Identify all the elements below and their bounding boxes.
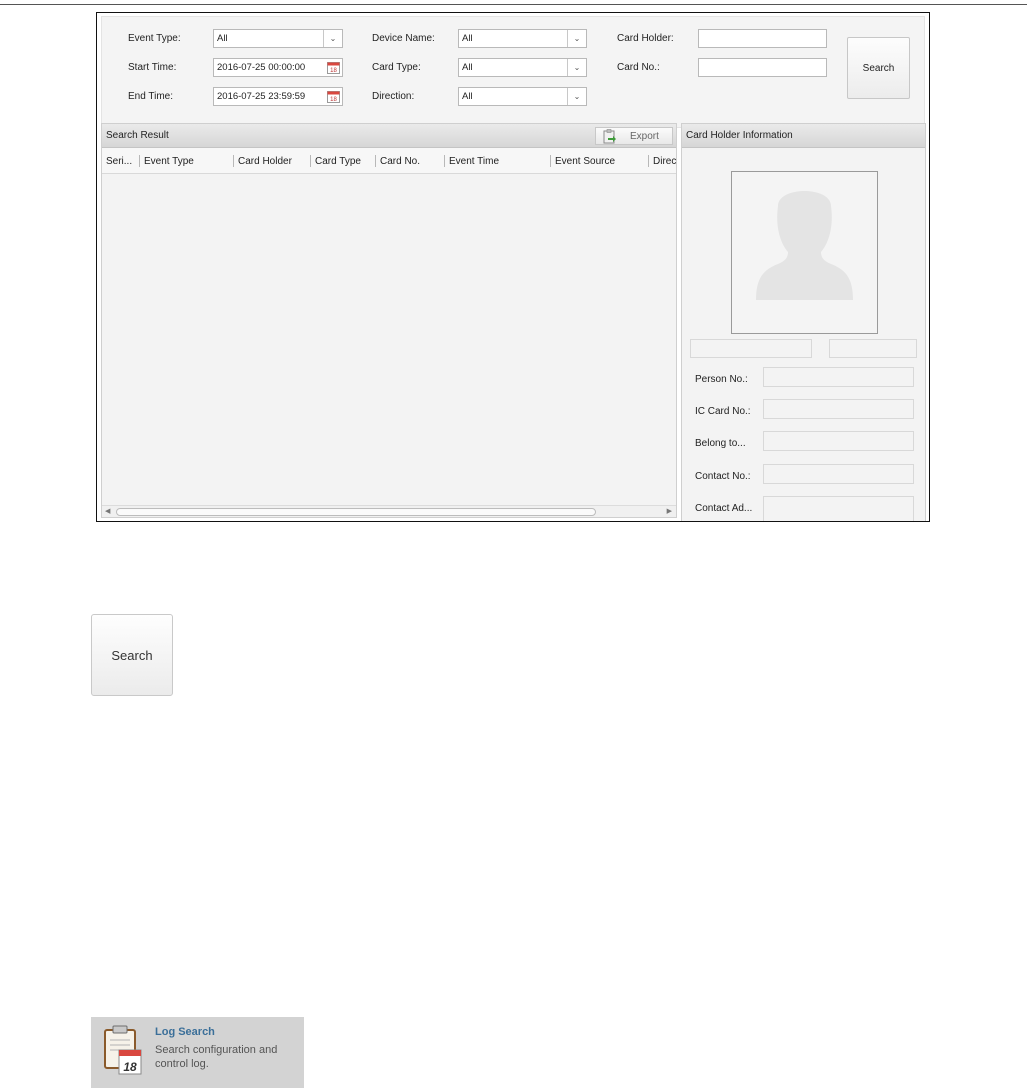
person-no-field (763, 367, 914, 387)
direction-select[interactable]: All ⌄ (458, 87, 587, 106)
ic-card-no-field (763, 399, 914, 419)
scroll-left-icon[interactable]: ◀ (105, 507, 110, 515)
column-divider[interactable] (139, 155, 140, 167)
device-name-value: All (462, 33, 473, 44)
column-card-type[interactable]: Card Type (315, 156, 361, 167)
card-type-select[interactable]: All ⌄ (458, 58, 587, 77)
ic-card-no-label: IC Card No.: (695, 406, 751, 417)
search-button[interactable]: Search (847, 37, 910, 99)
column-divider[interactable] (550, 155, 551, 167)
start-time-field[interactable]: 2016-07-25 00:00:00 18 (213, 58, 343, 77)
search-result-panel: Search Result Export Seri... Event Type … (101, 123, 677, 518)
export-button[interactable]: Export (595, 127, 673, 145)
column-card-no[interactable]: Card No. (380, 156, 420, 167)
horizontal-scrollbar[interactable]: ◀ ▶ (102, 505, 676, 517)
scroll-right-icon[interactable]: ▶ (667, 507, 672, 515)
card-no-input[interactable] (698, 58, 827, 77)
contact-no-field (763, 464, 914, 484)
device-name-select[interactable]: All ⌄ (458, 29, 587, 48)
contact-address-field (763, 496, 914, 521)
person-gender-field (829, 339, 917, 358)
column-divider[interactable] (444, 155, 445, 167)
card-holder-label: Card Holder: (617, 33, 674, 44)
export-icon (603, 129, 616, 144)
svg-text:18: 18 (330, 68, 337, 74)
column-event-source[interactable]: Event Source (555, 156, 615, 167)
event-type-label: Event Type: (128, 33, 181, 44)
column-divider[interactable] (375, 155, 376, 167)
log-search-description: Search configuration and control log. (155, 1044, 278, 1070)
log-search-tile[interactable]: 18 Log Search Search configuration and c… (91, 1017, 304, 1088)
search-result-header: Search Result Export (102, 124, 676, 148)
column-direction[interactable]: Direc (653, 156, 676, 167)
person-silhouette-icon (756, 191, 853, 300)
column-divider[interactable] (310, 155, 311, 167)
start-time-label: Start Time: (128, 62, 177, 73)
svg-text:18: 18 (330, 97, 337, 103)
person-no-label: Person No.: (695, 374, 748, 385)
card-holder-info-panel: Card Holder Information Person No.: IC C… (681, 123, 926, 521)
card-type-label: Card Type: (372, 62, 421, 73)
end-time-field[interactable]: 2016-07-25 23:59:59 18 (213, 87, 343, 106)
export-label: Export (630, 131, 659, 142)
start-time-value: 2016-07-25 00:00:00 (217, 62, 306, 73)
column-event-type[interactable]: Event Type (144, 156, 194, 167)
svg-text:18: 18 (123, 1060, 137, 1074)
column-card-holder[interactable]: Card Holder (238, 156, 292, 167)
chevron-down-icon: ⌄ (567, 59, 586, 76)
belong-to-label: Belong to... (695, 438, 746, 449)
chevron-down-icon: ⌄ (567, 88, 586, 105)
event-type-select[interactable]: All ⌄ (213, 29, 343, 48)
belong-to-field (763, 431, 914, 451)
search-result-title: Search Result (106, 130, 169, 141)
contact-address-label: Contact Ad... (695, 503, 753, 514)
end-time-value: 2016-07-25 23:59:59 (217, 91, 306, 102)
log-search-title: Log Search (155, 1026, 215, 1038)
card-no-label: Card No.: (617, 62, 660, 73)
column-divider[interactable] (648, 155, 649, 167)
search-filter-panel: Event Type: All ⌄ Start Time: 2016-07-25… (101, 16, 925, 128)
card-holder-info-header: Card Holder Information (682, 124, 925, 148)
card-holder-input[interactable] (698, 29, 827, 48)
chevron-down-icon: ⌄ (567, 30, 586, 47)
calendar-icon[interactable]: 18 (327, 61, 340, 74)
search-button-large[interactable]: Search (91, 614, 173, 696)
page-top-rule (0, 4, 1027, 5)
contact-no-label: Contact No.: (695, 471, 751, 482)
calendar-icon[interactable]: 18 (327, 90, 340, 103)
chevron-down-icon: ⌄ (323, 30, 342, 47)
column-serial[interactable]: Seri... (106, 156, 132, 167)
person-photo (731, 171, 878, 334)
log-search-icon: 18 (104, 1025, 142, 1075)
card-holder-info-title: Card Holder Information (686, 130, 793, 141)
direction-label: Direction: (372, 91, 415, 102)
scrollbar-thumb[interactable] (116, 508, 596, 516)
card-type-value: All (462, 62, 473, 73)
column-divider[interactable] (233, 155, 234, 167)
access-control-search-window: Event Type: All ⌄ Start Time: 2016-07-25… (96, 12, 930, 522)
direction-value: All (462, 91, 473, 102)
end-time-label: End Time: (128, 91, 174, 102)
device-name-label: Device Name: (372, 33, 435, 44)
person-name-field (690, 339, 812, 358)
column-event-time[interactable]: Event Time (449, 156, 499, 167)
result-column-header: Seri... Event Type Card Holder Card Type… (102, 148, 676, 174)
event-type-value: All (217, 33, 228, 44)
